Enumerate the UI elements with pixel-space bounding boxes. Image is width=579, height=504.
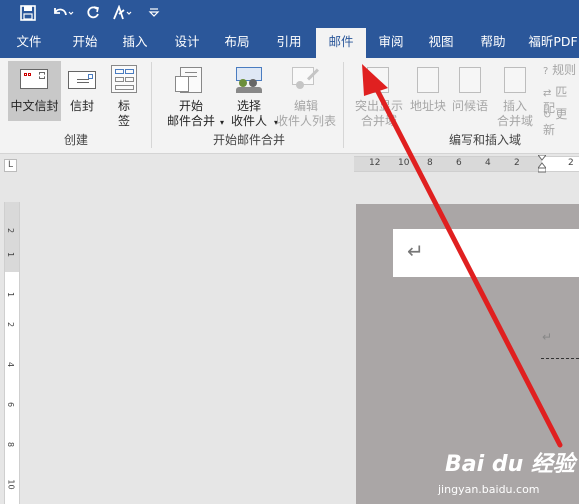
labels-button[interactable]: 标 签 bbox=[105, 61, 143, 129]
greeting-label: 问候语 bbox=[451, 99, 488, 113]
ruler-number: 2 bbox=[514, 158, 520, 168]
labels-label-line2: 签 bbox=[117, 114, 130, 128]
edit-recipients-line2: 收件人列表 bbox=[276, 114, 337, 128]
update-labels-icon: ↻ bbox=[543, 110, 552, 121]
select-recipients-line1: 选择 bbox=[236, 99, 261, 113]
indent-marker[interactable] bbox=[536, 154, 548, 173]
ruler-number: 2 bbox=[6, 321, 16, 328]
ribbon-mailings: 中文信封 信封 标 签 创建 开始 邮件合并 ▾ 选择 收件人 ▾ 编辑 收件人… bbox=[0, 58, 579, 154]
ruler-number: 6 bbox=[6, 401, 16, 408]
labels-label-line1: 标 bbox=[117, 99, 130, 113]
ruler-number: 2 bbox=[6, 227, 16, 234]
tab-mailings[interactable]: 邮件 bbox=[316, 28, 366, 58]
redo-icon[interactable] bbox=[84, 3, 102, 23]
greeting-line-button[interactable]: 问候语 bbox=[450, 61, 490, 115]
select-recipients-line2: 收件人 bbox=[230, 114, 267, 128]
tab-design[interactable]: 设计 bbox=[164, 26, 210, 58]
highlight-merge-fields-button[interactable]: 突出显示 合并域 bbox=[352, 61, 406, 129]
chinese-envelope-icon bbox=[20, 69, 48, 89]
group-separator bbox=[343, 62, 344, 148]
group-start-merge-label: 开始邮件合并 bbox=[212, 133, 285, 147]
highlight-line1: 突出显示 bbox=[354, 99, 403, 113]
highlight-fields-icon bbox=[367, 67, 389, 93]
insert-merge-field-button[interactable]: 插入 合并域 bbox=[492, 61, 538, 129]
ruler-number: 2 bbox=[568, 158, 574, 168]
edit-list-icon bbox=[292, 67, 320, 93]
tab-review[interactable]: 审阅 bbox=[368, 26, 414, 58]
ribbon-tabs: 文件 开始 插入 设计 布局 引用 邮件 审阅 视图 帮助 福昕PDF bbox=[0, 26, 579, 58]
envelope-button[interactable]: 信封 bbox=[63, 61, 101, 121]
group-separator bbox=[151, 62, 152, 148]
ruler-number: 4 bbox=[485, 158, 491, 168]
highlight-line2: 合并域 bbox=[360, 114, 397, 128]
save-icon[interactable] bbox=[18, 3, 38, 23]
ruler-number: 6 bbox=[456, 158, 462, 168]
chinese-envelope-label: 中文信封 bbox=[10, 99, 59, 113]
tab-insert[interactable]: 插入 bbox=[112, 26, 158, 58]
mail-merge-icon bbox=[175, 67, 202, 93]
paragraph-mark: ↵ bbox=[407, 239, 424, 263]
undo-icon[interactable] bbox=[50, 3, 76, 23]
ruler-row: L 12 10 8 6 4 2 2 bbox=[0, 154, 579, 176]
group-write-insert-label: 编写和插入域 bbox=[448, 133, 521, 147]
rules-label: 规则 bbox=[552, 63, 577, 77]
tab-home[interactable]: 开始 bbox=[62, 26, 108, 58]
tab-references[interactable]: 引用 bbox=[266, 26, 312, 58]
match-fields-button[interactable]: ⇄ 匹配 bbox=[543, 85, 579, 115]
paragraph-mark: ↵ bbox=[542, 330, 553, 344]
baidu-watermark-logo: Bai du 经验 bbox=[445, 452, 575, 477]
match-fields-icon: ⇄ bbox=[543, 88, 552, 99]
labels-icon bbox=[111, 65, 137, 93]
select-recipients-button[interactable]: 选择 收件人 ▾ bbox=[224, 61, 278, 129]
insert-field-line2: 合并域 bbox=[496, 114, 533, 128]
envelope-label: 信封 bbox=[69, 99, 94, 113]
start-merge-line2: 邮件合并 bbox=[166, 114, 215, 128]
address-block-button[interactable]: 地址块 bbox=[408, 61, 448, 115]
ruler-number: 8 bbox=[6, 441, 16, 448]
ruler-number: 10 bbox=[6, 479, 16, 490]
rules-button[interactable]: ? 规则 bbox=[543, 63, 579, 79]
address-block-label: 地址块 bbox=[409, 99, 446, 113]
format-painter-icon[interactable] bbox=[110, 3, 136, 23]
horizontal-ruler[interactable]: 12 10 8 6 4 2 2 bbox=[354, 154, 579, 173]
ruler-number: 10 bbox=[398, 158, 410, 168]
tab-help[interactable]: 帮助 bbox=[470, 26, 516, 58]
ruler-number: 8 bbox=[427, 158, 433, 168]
rules-icon: ? bbox=[543, 66, 549, 77]
insert-field-icon bbox=[504, 67, 526, 93]
tab-foxit-pdf[interactable]: 福昕PDF bbox=[524, 26, 579, 58]
address-frame-border bbox=[541, 358, 579, 359]
edit-recipient-list-button[interactable]: 编辑 收件人列表 bbox=[276, 61, 336, 129]
update-labels-button[interactable]: ↻ 更新 bbox=[543, 107, 579, 137]
baidu-watermark-url: jingyan.baidu.com bbox=[438, 483, 540, 496]
group-create-label: 创建 bbox=[63, 133, 88, 147]
envelope-address-area[interactable]: ↵ bbox=[393, 229, 579, 277]
ruler-number: 12 bbox=[369, 158, 381, 168]
insert-field-line1: 插入 bbox=[502, 99, 527, 113]
recipients-icon bbox=[234, 67, 264, 93]
start-merge-line1: 开始 bbox=[178, 99, 203, 113]
greeting-icon bbox=[459, 67, 481, 93]
address-block-icon bbox=[417, 67, 439, 93]
chinese-envelope-button[interactable]: 中文信封 bbox=[8, 61, 61, 121]
vertical-ruler[interactable]: 2 1 1 2 4 6 8 10 bbox=[4, 202, 20, 504]
envelope-icon bbox=[68, 71, 96, 89]
edit-recipients-line1: 编辑 bbox=[293, 99, 318, 113]
ruler-number: 1 bbox=[6, 251, 16, 258]
ruler-margin bbox=[5, 202, 19, 272]
quick-access-toolbar bbox=[0, 0, 579, 26]
tab-layout[interactable]: 布局 bbox=[214, 26, 260, 58]
tab-file[interactable]: 文件 bbox=[6, 26, 52, 58]
ruler-number: 1 bbox=[6, 291, 16, 298]
ruler-number: 4 bbox=[6, 361, 16, 368]
start-mail-merge-button[interactable]: 开始 邮件合并 ▾ bbox=[160, 61, 224, 129]
tab-view[interactable]: 视图 bbox=[418, 26, 464, 58]
customize-icon[interactable] bbox=[146, 3, 162, 23]
tab-selector-button[interactable]: L bbox=[4, 159, 17, 172]
